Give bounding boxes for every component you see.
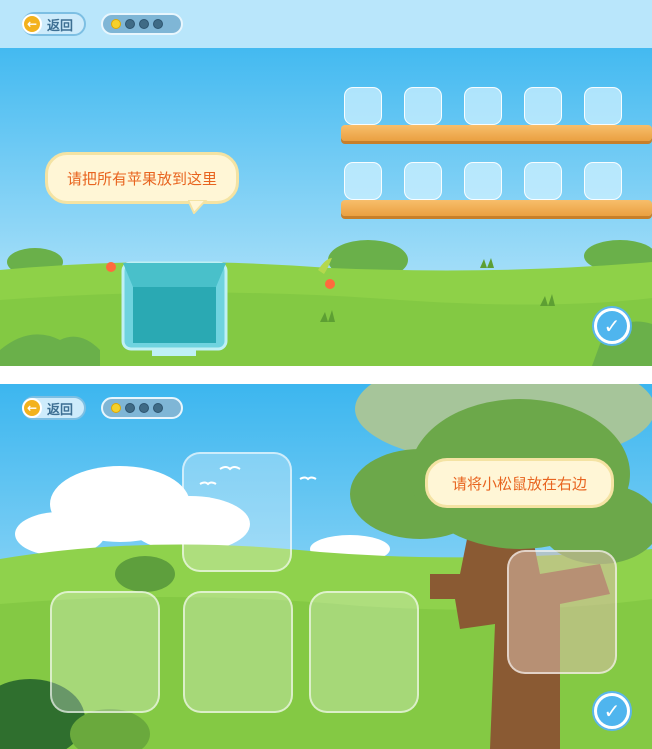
shelf-slot[interactable] — [344, 87, 382, 125]
progress-indicator — [101, 13, 183, 35]
progress-dot — [153, 403, 163, 413]
shelf-slot[interactable] — [404, 87, 442, 125]
bubble-tail — [188, 200, 208, 214]
instruction-text: 请将小松鼠放在右边 — [451, 474, 587, 493]
back-button[interactable]: ← 返回 — [22, 12, 86, 36]
top-bar — [0, 384, 652, 432]
instruction-bubble: 请把所有苹果放到这里 — [45, 152, 239, 204]
checkmark-icon: ✓ — [597, 696, 627, 726]
progress-dot — [111, 19, 121, 29]
confirm-button[interactable]: ✓ — [592, 306, 632, 346]
progress-dot — [139, 19, 149, 29]
confirm-button[interactable]: ✓ — [592, 691, 632, 731]
basket-icon[interactable] — [121, 261, 228, 356]
instruction-text: 请把所有苹果放到这里 — [66, 169, 217, 188]
shelf-slot[interactable] — [344, 162, 382, 200]
checkmark-icon: ✓ — [597, 311, 627, 341]
back-button[interactable]: ← 返回 — [22, 396, 86, 420]
scene-apples: ← 返回 请把所有苹果放到这里 ✓ — [0, 0, 652, 366]
drop-zone-left[interactable] — [50, 591, 160, 713]
shelf-plank — [341, 200, 652, 216]
shelf-plank — [341, 125, 652, 141]
shelf-slot[interactable] — [524, 162, 562, 200]
progress-dot — [153, 19, 163, 29]
drop-zone-tree[interactable] — [507, 550, 617, 674]
instruction-bubble: 请将小松鼠放在右边 — [425, 458, 614, 508]
drop-zone-center[interactable] — [183, 591, 293, 713]
shelf-slot[interactable] — [584, 87, 622, 125]
progress-dot — [139, 403, 149, 413]
back-label: 返回 — [47, 18, 74, 34]
shelf-slot[interactable] — [524, 87, 562, 125]
progress-indicator — [101, 397, 183, 419]
shelf-slot[interactable] — [464, 87, 502, 125]
back-arrow-icon: ← — [22, 14, 42, 34]
back-arrow-icon: ← — [22, 398, 42, 418]
progress-dot — [111, 403, 121, 413]
top-bar — [0, 0, 652, 48]
progress-dot — [125, 19, 135, 29]
shelf-slot[interactable] — [464, 162, 502, 200]
drop-zone-top[interactable] — [182, 452, 292, 572]
scene-squirrel: ← 返回 请将小松鼠放在右边 ✓ — [0, 384, 652, 749]
drop-zone-right[interactable] — [309, 591, 419, 713]
shelf-slot[interactable] — [404, 162, 442, 200]
back-label: 返回 — [47, 402, 74, 418]
progress-dot — [125, 403, 135, 413]
shelf-slot[interactable] — [584, 162, 622, 200]
